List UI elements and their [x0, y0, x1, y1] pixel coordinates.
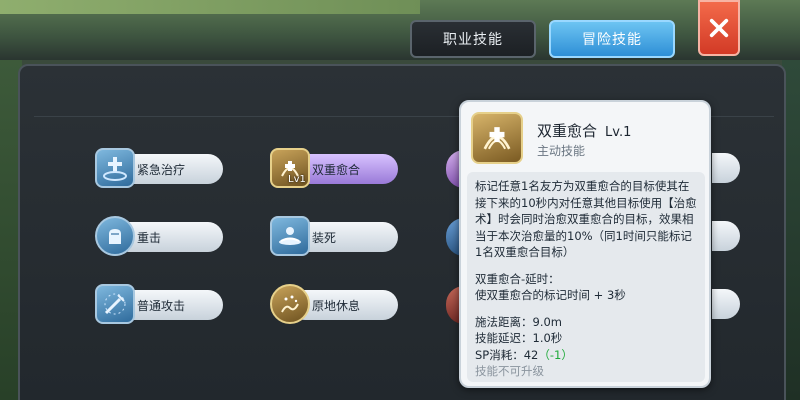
close-icon [709, 18, 729, 38]
tooltip-sp-label: SP消耗：42 [475, 347, 539, 362]
tooltip-sp-cost: SP消耗：42（-1） [475, 347, 697, 364]
tab-adventure-skills[interactable]: 冒险技能 [549, 20, 675, 58]
close-button[interactable] [698, 0, 740, 56]
tooltip-body: 标记任意1名友方为双重愈合的目标使其在接下来的10秒内对任意其他目标使用【治愈术… [467, 172, 705, 382]
tooltip-description: 标记任意1名友方为双重愈合的目标使其在接下来的10秒内对任意其他目标使用【治愈术… [475, 179, 697, 259]
game-world-backdrop [0, 0, 800, 60]
tooltip-cast-delay: 技能延迟：1.0秒 [475, 331, 563, 345]
skill-tooltip: 双重愈合 Lv.1 主动技能 标记任意1名友方为双重愈合的目标使其在接下来的10秒… [459, 100, 711, 388]
shrine-icon [95, 148, 135, 188]
skill-level-badge: Lv1 [288, 174, 306, 185]
skill-emergency-heal[interactable]: 紧急治疗 [95, 148, 225, 188]
double-heal-icon [471, 112, 523, 164]
tab-job-skills[interactable]: 职业技能 [410, 20, 536, 58]
skill-play-dead[interactable]: 装死 [270, 216, 400, 256]
sword-icon [95, 284, 135, 324]
tooltip-footer: 技能不可升级 [475, 364, 544, 378]
skill-normal-attack[interactable]: 普通攻击 [95, 284, 225, 324]
rest-icon [270, 284, 310, 324]
tooltip-range: 施法距离：9.0m [475, 314, 562, 329]
skill-rest[interactable]: 原地休息 [270, 284, 400, 324]
skill-double-heal[interactable]: 双重愈合 Lv1 [270, 148, 400, 188]
fist-icon [95, 216, 135, 256]
tooltip-sp-delta: （-1） [538, 347, 573, 362]
tooltip-skill-level: Lv.1 [605, 125, 632, 140]
tooltip-title: 双重愈合 Lv.1 [537, 120, 631, 141]
tooltip-delay-text: 使双重愈合的标记时间 + 3秒 [475, 288, 626, 302]
play-dead-icon [270, 216, 310, 256]
tooltip-skill-type: 主动技能 [537, 144, 586, 158]
skill-heavy-strike[interactable]: 重击 [95, 216, 225, 256]
tooltip-delay-title: 双重愈合-延时： [475, 271, 560, 286]
tooltip-skill-name: 双重愈合 [537, 122, 598, 140]
